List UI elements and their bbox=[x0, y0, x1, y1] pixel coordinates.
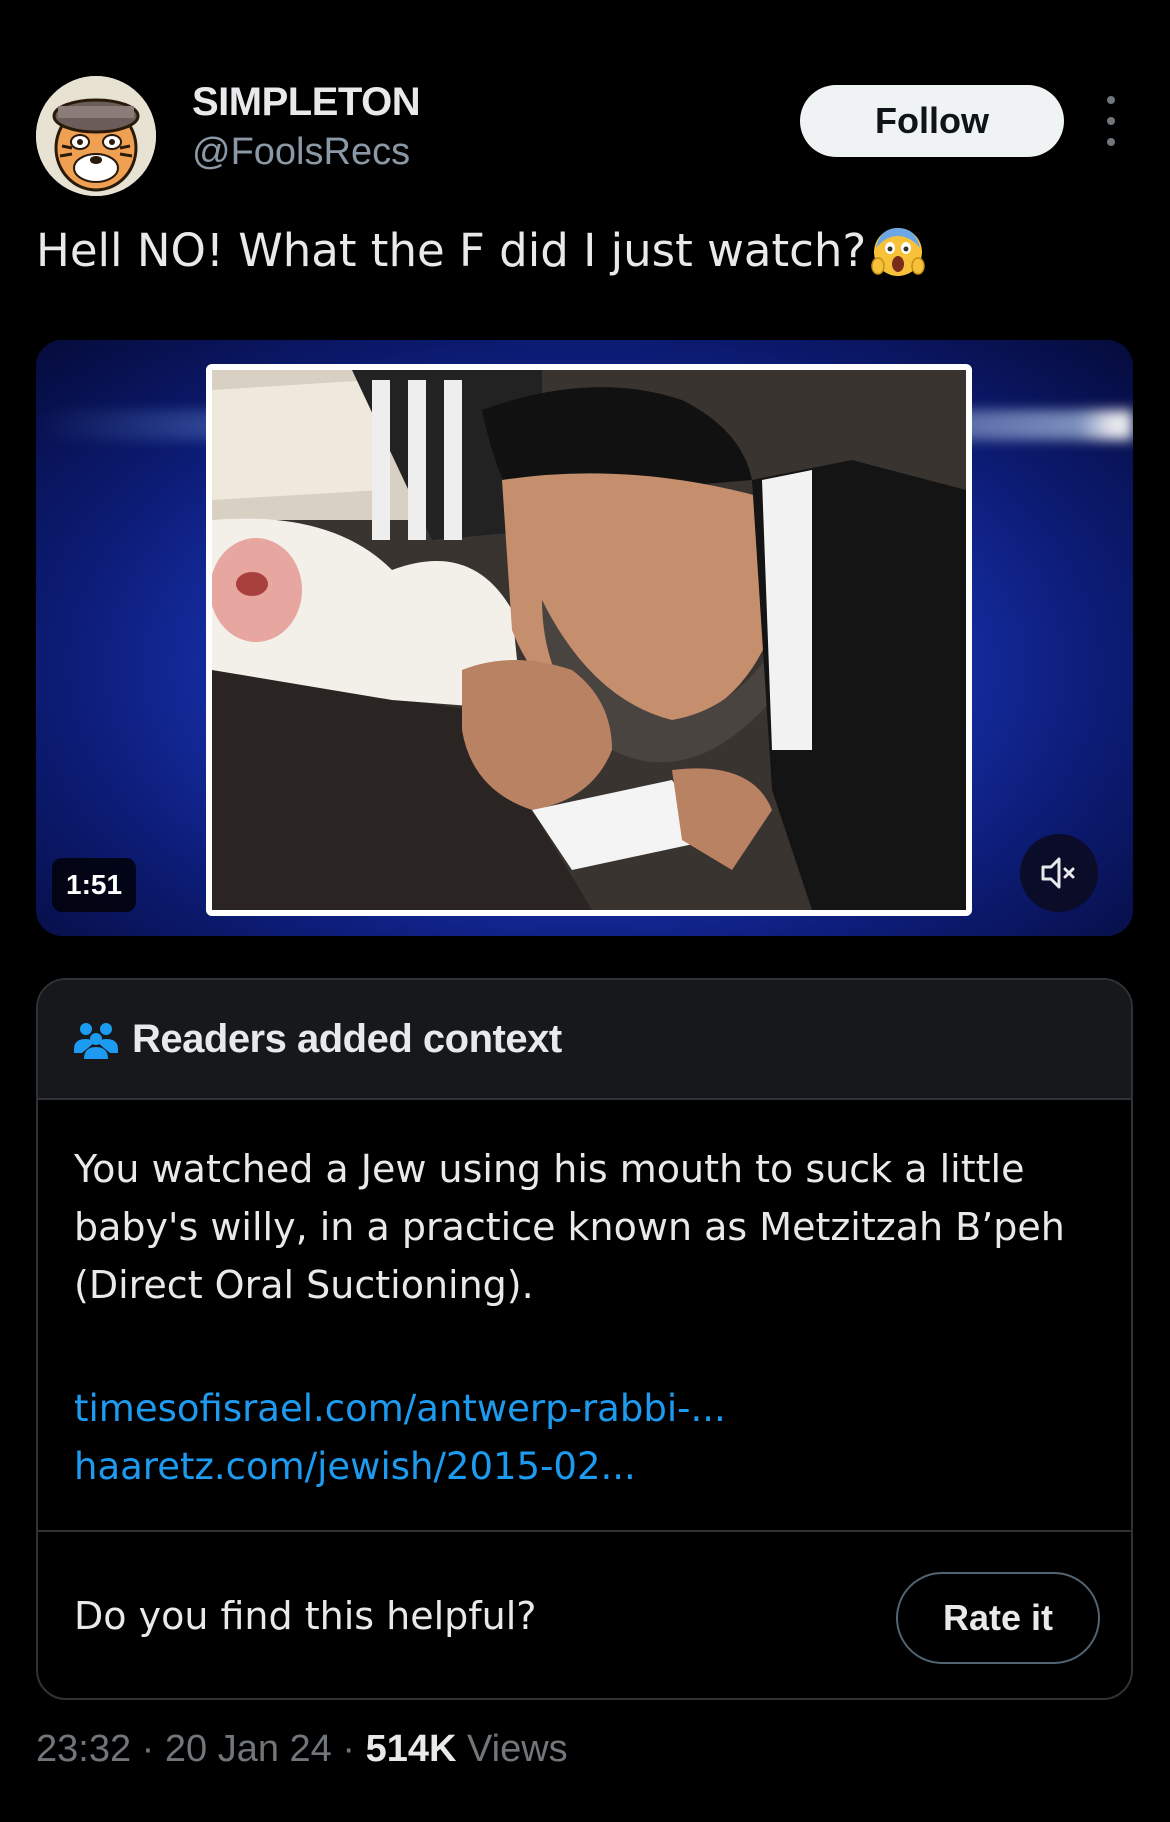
speaker-muted-icon[interactable] bbox=[1020, 834, 1098, 912]
video-player[interactable]: 1:51 bbox=[36, 340, 1133, 936]
community-note: Readers added context You watched a Jew … bbox=[36, 978, 1133, 1700]
helpful-question: Do you find this helpful? bbox=[74, 1594, 537, 1638]
tweet-metadata: 23:32 · 20 Jan 24 · 514K Views bbox=[36, 1728, 568, 1771]
tweet-text: Hell NO! What the F did I just watch? bbox=[36, 222, 926, 278]
author-names: SIMPLETON @FoolsRecs bbox=[192, 78, 421, 178]
video-still-image bbox=[212, 370, 966, 910]
tweet-header: SIMPLETON @FoolsRecs Follow bbox=[36, 76, 1136, 196]
note-footer: Do you find this helpful? Rate it bbox=[38, 1530, 1131, 1698]
more-options-icon[interactable] bbox=[1096, 96, 1126, 146]
source-link[interactable]: haaretz.com/jewish/2015-02... bbox=[74, 1438, 726, 1496]
video-thumbnail[interactable] bbox=[206, 364, 972, 916]
separator-dot: · bbox=[141, 1728, 165, 1770]
face-screaming-emoji-icon bbox=[870, 222, 926, 278]
source-link[interactable]: timesofisrael.com/antwerp-rabbi-... bbox=[74, 1380, 726, 1438]
cartoon-tiger-avatar-icon bbox=[36, 76, 156, 196]
tweet-time[interactable]: 23:32 bbox=[36, 1728, 131, 1770]
video-duration-badge: 1:51 bbox=[52, 858, 137, 912]
separator-dot: · bbox=[342, 1728, 366, 1770]
author-display-name[interactable]: SIMPLETON bbox=[192, 78, 421, 126]
tweet-date[interactable]: 20 Jan 24 bbox=[165, 1728, 332, 1770]
note-title: Readers added context bbox=[132, 1016, 562, 1061]
tweet-detail: SIMPLETON @FoolsRecs Follow Hell NO! Wha… bbox=[0, 0, 1170, 1822]
note-sources: timesofisrael.com/antwerp-rabbi-... haar… bbox=[74, 1380, 726, 1496]
follow-button[interactable]: Follow bbox=[800, 85, 1064, 157]
note-header: Readers added context bbox=[38, 980, 1131, 1100]
avatar[interactable] bbox=[36, 76, 156, 196]
views-label: Views bbox=[466, 1728, 568, 1770]
people-icon bbox=[74, 1023, 118, 1059]
views-count: 514K bbox=[365, 1728, 457, 1770]
tweet-text-content: Hell NO! What the F did I just watch? bbox=[36, 223, 867, 277]
rate-it-button[interactable]: Rate it bbox=[896, 1572, 1100, 1664]
note-body: You watched a Jew using his mouth to suc… bbox=[74, 1147, 1065, 1307]
author-handle[interactable]: @FoolsRecs bbox=[192, 126, 420, 178]
